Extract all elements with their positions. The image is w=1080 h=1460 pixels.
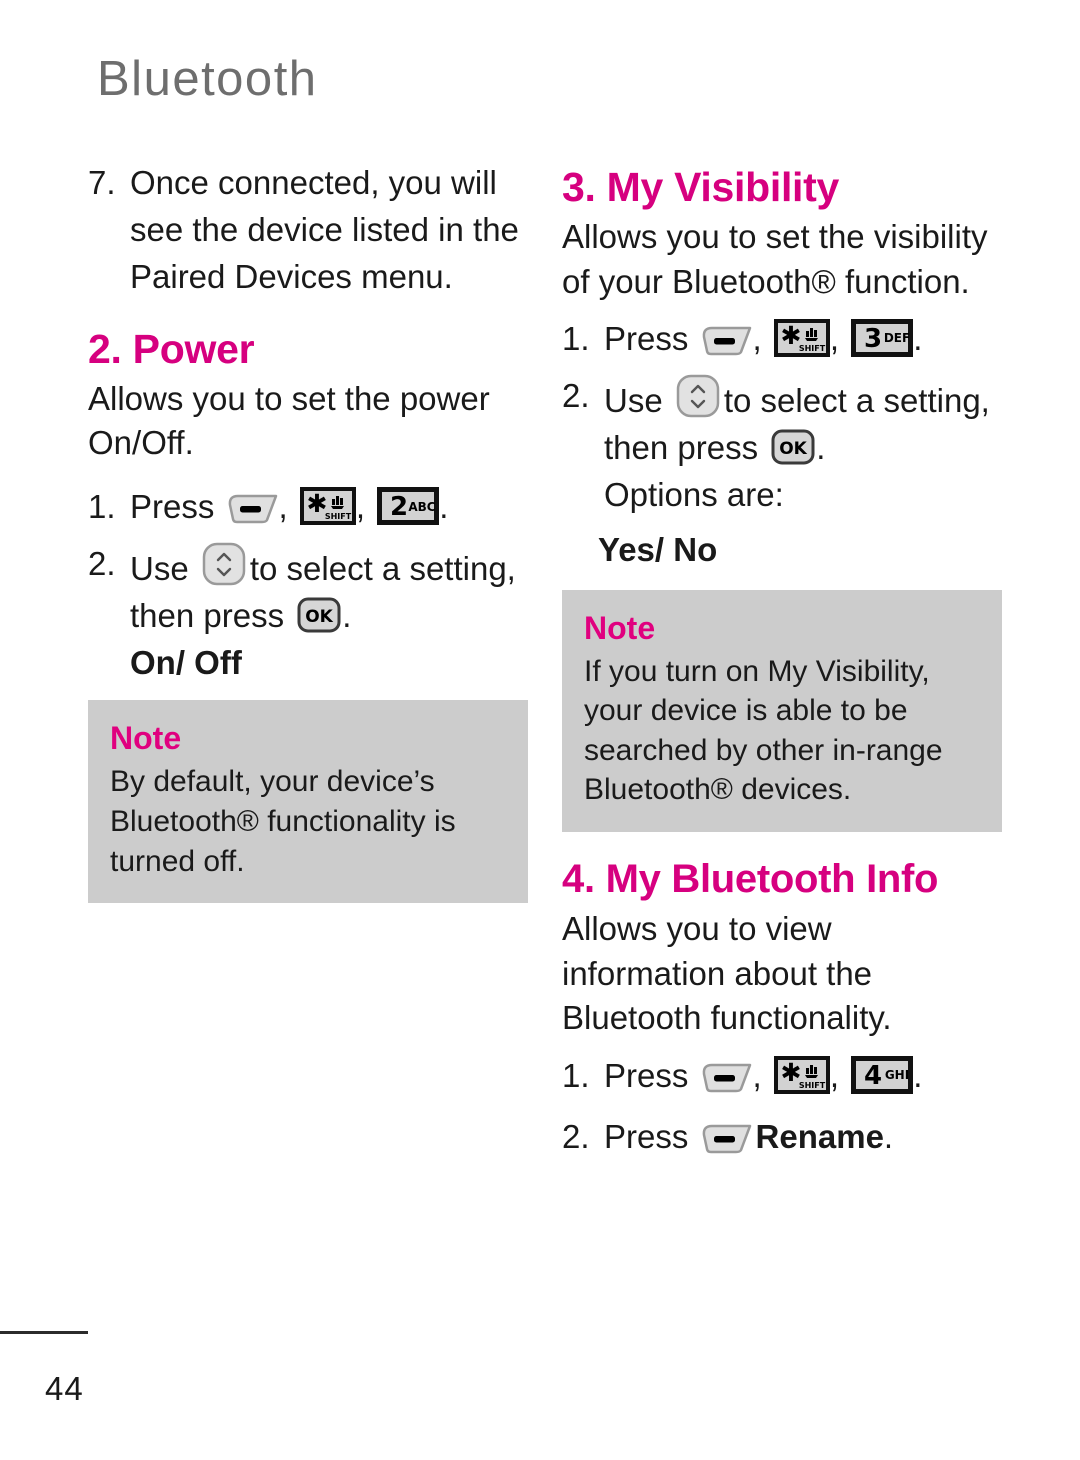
press-label: Press — [604, 1056, 689, 1094]
power-step-2-tail: . — [342, 596, 352, 634]
svg-text:OK: OK — [305, 607, 333, 627]
note-text: By default, your device’s Bluetooth® fun… — [110, 765, 456, 878]
svg-text:ABC: ABC — [409, 500, 436, 514]
note-box-visibility: Note If you turn on My Visibility, your … — [562, 589, 1002, 833]
visibility-options: Yes/ No — [598, 530, 718, 568]
comma-2: , — [829, 1056, 840, 1094]
rename-label: Rename — [755, 1117, 884, 1155]
comma-2: , — [355, 487, 366, 525]
power-step-2-body: Use to select a setting, then press OK . — [130, 541, 528, 640]
comma-1: , — [278, 487, 288, 525]
bt-info-step-2-body: Press Rename. — [604, 1114, 1002, 1161]
use-label: Use — [130, 549, 189, 587]
note-box-power: Note By default, your device’s Bluetooth… — [88, 700, 528, 904]
bt-info-step-1: 1. Press , ✱ SHIFT , 4 GHI . — [562, 1053, 1002, 1100]
bt-info-step-2-tail: . — [883, 1117, 894, 1155]
svg-text:DEF: DEF — [884, 331, 910, 345]
softkey-left-icon — [701, 325, 753, 357]
heading-power: 2. Power — [88, 325, 255, 372]
visibility-step-2-text: to select a setting, — [723, 382, 990, 420]
ok-key-icon: OK — [770, 428, 816, 466]
visibility-step-1-number: 1. — [562, 320, 590, 358]
power-step-2-number: 2. — [88, 544, 116, 582]
visibility-description: Allows you to set the visibility of your… — [562, 218, 988, 300]
power-step-2: 2. Use to select a setting, then press O… — [88, 541, 528, 640]
step-7-number: 7. — [88, 164, 116, 201]
then-press-label: then press — [130, 596, 285, 634]
heading-my-visibility: 3. My Visibility — [562, 164, 839, 210]
bt-info-description: Allows you to view information about the… — [562, 910, 892, 1037]
bt-info-step-2: 2. Press Rename. — [562, 1114, 1002, 1161]
key-2-abc-icon: 2 ABC — [377, 486, 440, 525]
page-number: 44 — [45, 1370, 84, 1407]
visibility-step-2-body: Use to select a setting, then press OK .… — [604, 373, 1002, 519]
svg-text:4: 4 — [864, 1061, 882, 1091]
use-label: Use — [604, 382, 663, 420]
visibility-options-label: Options are: — [604, 475, 784, 513]
power-options: On/ Off — [130, 643, 242, 681]
softkey-left-icon — [701, 1062, 753, 1094]
visibility-step-1-body: Press , ✱ SHIFT , 3 DEF . — [604, 316, 1002, 363]
visibility-step-2: 2. Use to select a setting, then press O… — [562, 373, 1002, 519]
press-label: Press — [130, 487, 215, 525]
note-title: Note — [584, 609, 656, 646]
bt-info-step-1-number: 1. — [562, 1056, 590, 1094]
then-press-label: then press — [604, 429, 759, 467]
visibility-step-1-tail: . — [913, 320, 923, 358]
bt-info-step-1-body: Press , ✱ SHIFT , 4 GHI . — [604, 1053, 1002, 1100]
nav-up-down-key-icon — [201, 541, 247, 587]
bt-info-step-1-tail: . — [913, 1056, 923, 1094]
key-4-ghi-icon: 4 GHI — [851, 1055, 914, 1094]
note-title: Note — [110, 720, 182, 757]
power-step-1: 1. Press , ✱ SHIFT , 2 ABC . — [88, 484, 528, 531]
step-7-text: Once connected, you will see the device … — [130, 164, 519, 295]
right-column: 3. My Visibility Allows you to set the v… — [562, 165, 1002, 1161]
ok-key-icon: OK — [296, 596, 342, 634]
softkey-left-icon — [227, 493, 279, 525]
comma-1: , — [752, 320, 762, 358]
star-shift-key-icon: ✱ SHIFT — [773, 1055, 830, 1094]
power-step-2-text: to select a setting, — [249, 549, 516, 587]
bt-info-step-2-number: 2. — [562, 1117, 590, 1155]
power-description: Allows you to set the power On/Off. — [88, 379, 490, 462]
visibility-step-1: 1. Press , ✱ SHIFT , 3 DEF . — [562, 316, 1002, 363]
press-label: Press — [604, 1117, 689, 1155]
star-shift-key-icon: ✱ SHIFT — [773, 319, 830, 358]
power-step-1-number: 1. — [88, 487, 116, 525]
power-step-1-tail: . — [439, 487, 449, 525]
press-label: Press — [604, 320, 689, 358]
key-3-def-icon: 3 DEF — [851, 319, 914, 358]
star-shift-key-icon: ✱ SHIFT — [299, 486, 356, 525]
svg-text:OK: OK — [779, 439, 807, 459]
comma-2: , — [829, 320, 840, 358]
note-text: If you turn on My Visibility, your devic… — [584, 654, 943, 807]
power-step-1-body: Press , ✱ SHIFT , 2 ABC . — [130, 484, 528, 531]
footer-divider — [0, 1331, 88, 1334]
svg-text:SHIFT: SHIFT — [799, 1081, 826, 1090]
visibility-step-2-number: 2. — [562, 377, 590, 415]
svg-text:3: 3 — [864, 324, 882, 354]
nav-up-down-key-icon — [675, 373, 721, 419]
comma-1: , — [752, 1056, 762, 1094]
heading-my-bluetooth-info: 4. My Bluetooth Info — [562, 857, 939, 902]
page-title: Bluetooth — [97, 52, 318, 106]
step-7: 7. Once connected, you will see the devi… — [88, 160, 528, 301]
softkey-left-icon — [701, 1123, 753, 1155]
left-column: 7. Once connected, you will see the devi… — [88, 160, 528, 904]
svg-text:SHIFT: SHIFT — [325, 512, 352, 521]
svg-text:GHI: GHI — [885, 1068, 909, 1082]
visibility-step-2-tail: . — [816, 429, 826, 467]
svg-text:2: 2 — [390, 492, 408, 522]
svg-text:SHIFT: SHIFT — [799, 344, 826, 353]
